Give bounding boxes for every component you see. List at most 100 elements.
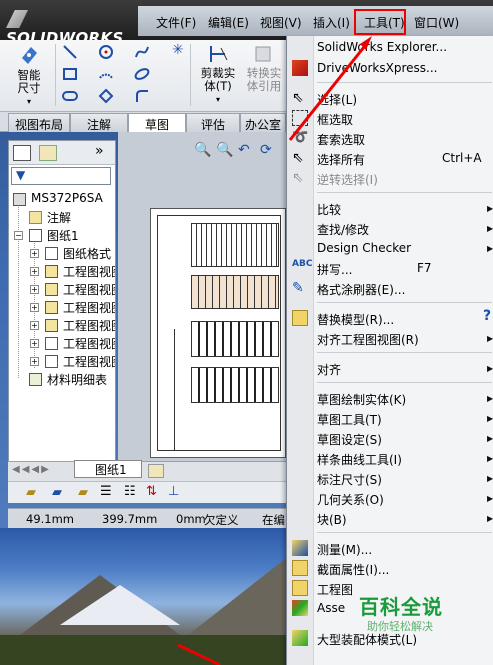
line-style-icon[interactable]: ☷ (124, 484, 136, 499)
menu-item-replace-model[interactable]: 替换模型(R)... (317, 311, 394, 328)
tree-drawing-view[interactable]: 工程图视图 (63, 299, 115, 316)
rotate-view-icon[interactable]: ⟳ (260, 142, 272, 158)
color-icon[interactable]: ▰ (52, 485, 62, 500)
tree-drawing-view[interactable]: 工程图视图 (63, 317, 115, 334)
trim-entities-button[interactable]: 剪裁实体(T) ▾ (196, 44, 240, 106)
menu-item-select-all[interactable]: 选择所有 (317, 151, 365, 168)
tree-drawing-view[interactable]: 工程图视图 (63, 335, 115, 352)
tab-annotation[interactable]: 注解 (70, 113, 128, 132)
menu-item-sketch-entities[interactable]: 草图绘制实体(K) (317, 391, 406, 408)
tree-drawing-view[interactable]: 工程图视图 (63, 263, 115, 280)
polygon-icon[interactable] (98, 88, 114, 104)
tree-filter-input[interactable]: ▼ (11, 167, 111, 185)
menu-item-relations[interactable]: 几何关系(O) (317, 491, 384, 508)
menu-separator (317, 192, 492, 193)
menu-view[interactable]: 视图(V) (260, 14, 302, 31)
menu-item-asse[interactable]: Asse (317, 601, 345, 615)
tree-drawing-view[interactable]: 工程图视图 (63, 281, 115, 298)
menu-item-lasso-select[interactable]: 套索选取 (317, 131, 365, 148)
tree-root[interactable]: MS372P6SA (31, 191, 103, 205)
menu-item-design-checker[interactable]: Design Checker (317, 241, 411, 255)
menu-item-sketch-settings[interactable]: 草图设定(S) (317, 431, 382, 448)
line-icon[interactable] (62, 44, 78, 60)
line-format-icon[interactable]: ⊥ (168, 484, 179, 499)
collapse-icon[interactable]: − (14, 231, 23, 240)
hide-edge-icon[interactable]: ⇅ (146, 484, 157, 499)
menu-file[interactable]: 文件(F) (156, 14, 196, 31)
expand-icon[interactable]: + (30, 267, 39, 276)
menu-item-align-drawing-view[interactable]: 对齐工程图视图(R) (317, 331, 419, 348)
menu-insert[interactable]: 插入(I) (313, 14, 350, 31)
arc-icon[interactable] (98, 66, 114, 82)
menu-item-section-properties[interactable]: 截面属性(I)... (317, 561, 389, 578)
submenu-arrow-icon: ▶ (487, 514, 493, 523)
expand-icon[interactable]: + (30, 321, 39, 330)
menu-item-box-select[interactable]: 框选取 (317, 111, 353, 128)
expand-icon[interactable]: + (30, 285, 39, 294)
spline-icon[interactable] (134, 44, 150, 60)
expand-icon[interactable]: » (95, 143, 104, 159)
ellipse-icon[interactable] (134, 66, 150, 82)
property-manager-tab-icon[interactable] (39, 145, 57, 161)
menu-item-driveworksxpress[interactable]: DriveWorksXpress... (317, 61, 437, 75)
expand-icon[interactable]: + (30, 303, 39, 312)
app-logo: SOLIDWORKS (6, 10, 138, 47)
menu-item-blocks[interactable]: 块(B) (317, 511, 347, 528)
menu-item-invert-selection: 逆转选择(I) (317, 173, 378, 187)
drawing-sheet[interactable] (150, 208, 286, 458)
trim-icon (210, 46, 228, 62)
large-assembly-icon (292, 630, 308, 646)
tab-view-layout[interactable]: 视图布局 (8, 113, 70, 132)
tab-office[interactable]: 办公室 (240, 113, 286, 132)
layer-properties-icon[interactable]: ▰ (78, 485, 88, 500)
menu-item-align[interactable]: 对齐 (317, 361, 341, 378)
zoom-to-area-icon[interactable]: 🔍 (216, 142, 233, 158)
menu-item-sketch-tools[interactable]: 草图工具(T) (317, 411, 382, 428)
smart-dimension-button[interactable]: 智能尺寸 ▾ (8, 44, 50, 108)
menu-item-find-modify[interactable]: 查找/修改 (317, 221, 369, 238)
circle-icon[interactable] (98, 44, 114, 60)
tab-evaluate[interactable]: 评估 (186, 113, 240, 132)
drawing-view-icon (45, 355, 58, 368)
convert-entities-button[interactable]: 转换实体引用 (242, 44, 286, 93)
menu-item-compare[interactable]: 比较 (317, 201, 341, 218)
tree-sheet[interactable]: 图纸1 (47, 227, 79, 244)
menu-window[interactable]: 窗口(W) (414, 14, 459, 31)
add-sheet-icon[interactable] (148, 464, 164, 478)
tree-annotations[interactable]: 注解 (47, 209, 71, 226)
menu-item-measure[interactable]: 测量(M)... (317, 541, 372, 558)
line-thickness-icon[interactable]: ☰ (100, 484, 112, 499)
menu-item-select[interactable]: 选择(L) (317, 91, 357, 108)
sheet-tab[interactable]: 图纸1 (74, 460, 142, 478)
tab-sketch[interactable]: 草图 (128, 113, 186, 133)
feature-manager-tab-icon[interactable] (13, 145, 31, 161)
fillet-icon[interactable] (134, 88, 150, 104)
submenu-arrow-icon: ▶ (487, 434, 493, 443)
select-cursor-icon: ⇖ (292, 90, 304, 106)
previous-view-icon[interactable]: ↶ (238, 142, 250, 158)
tree-sheet-format[interactable]: 图纸格式 (63, 245, 111, 262)
layer-icon[interactable]: ▰ (26, 485, 36, 500)
expand-icon[interactable]: + (30, 249, 39, 258)
watermark-subtitle: 助你轻松解决 (367, 620, 433, 633)
menu-item-spline-tools[interactable]: 样条曲线工具(I) (317, 451, 402, 468)
expand-icon[interactable]: + (30, 357, 39, 366)
menu-item-dimensions[interactable]: 标注尺寸(S) (317, 471, 382, 488)
tools-menu-highlight-box (354, 9, 406, 35)
menu-item-spelling[interactable]: 拼写... (317, 261, 352, 278)
divider (55, 44, 56, 106)
tree-drawing-view[interactable]: 工程图视图 (63, 353, 115, 370)
slot-icon[interactable] (62, 88, 78, 104)
help-icon[interactable]: ? (483, 308, 491, 324)
menu-item-solidworks-explorer[interactable]: SolidWorks Explorer... (317, 40, 447, 54)
rectangle-icon[interactable] (62, 66, 78, 82)
tree-bom[interactable]: 材料明细表 (47, 371, 107, 388)
sheet-nav-arrows-icon[interactable]: ◀◀◀▶ (12, 464, 51, 475)
zoom-to-fit-icon[interactable]: 🔍 (194, 142, 211, 158)
submenu-arrow-icon: ▶ (487, 334, 493, 343)
point-icon[interactable]: ✳ (172, 42, 184, 58)
sheet-icon (29, 229, 42, 242)
menu-edit[interactable]: 编辑(E) (208, 14, 249, 31)
menu-item-format-painter[interactable]: 格式涂刷器(E)... (317, 281, 405, 298)
expand-icon[interactable]: + (30, 339, 39, 348)
